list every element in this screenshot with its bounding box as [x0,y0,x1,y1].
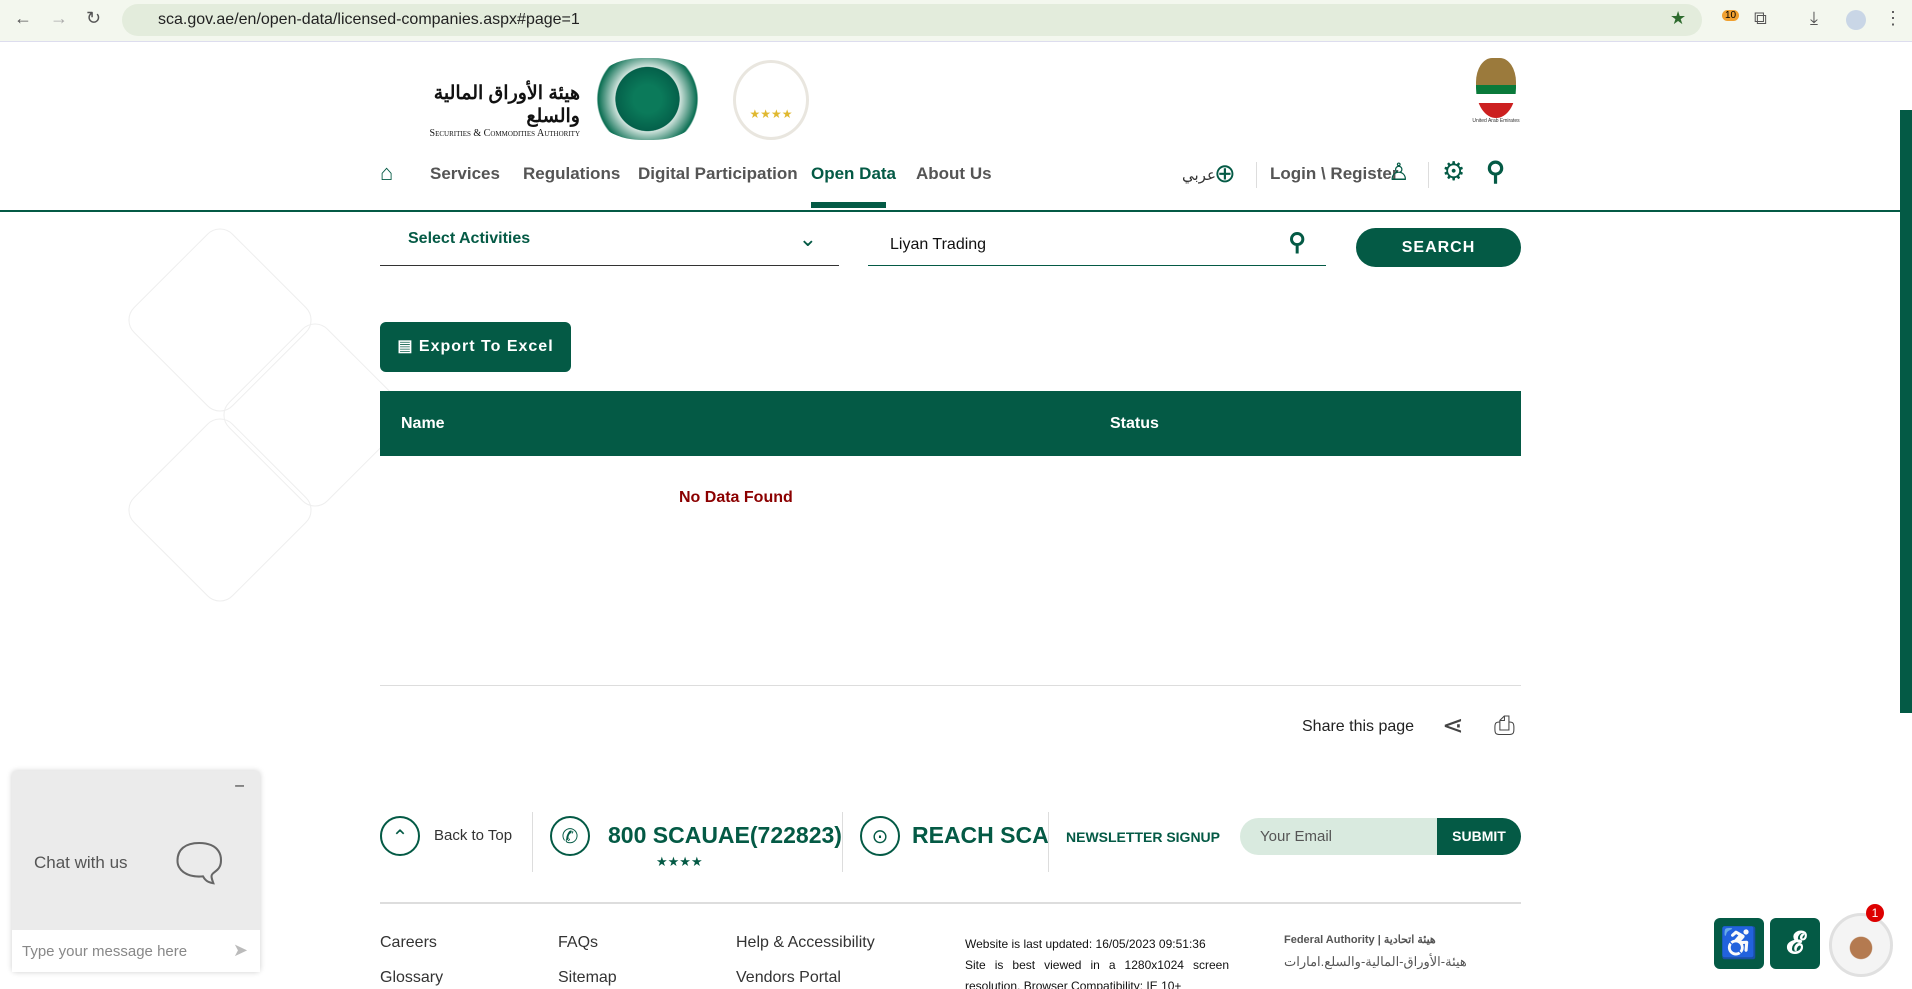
newsletter-email-input[interactable]: Your Email [1240,818,1437,855]
excel-file-icon: ▤ [397,338,419,355]
accessibility-icon[interactable]: ♿ [1714,918,1764,969]
last-updated: Website is last updated: 16/05/2023 09:5… [965,937,1206,951]
email-placeholder: Your Email [1260,828,1332,845]
no-data-message: No Data Found [679,489,793,506]
search-icon[interactable]: ⚲ [1486,156,1505,187]
browser-toolbar: ← → ↻ sca.gov.ae/en/open-data/licensed-c… [0,0,1912,42]
federal-authority-logo: Federal Authority | هيئة اتحادية هيئة-ال… [1284,934,1467,969]
virtual-assistant-avatar[interactable] [1829,913,1893,977]
phone-icon: ✆ [550,816,590,856]
chat-widget: – Chat with us 🗨 Type your message here … [12,771,260,972]
reach-sca-link[interactable]: REACH SCA [912,822,1049,849]
four-star-award-badge: ★★★★ [733,60,809,140]
site-info: Website is last updated: 16/05/2023 09:5… [965,934,1229,989]
back-to-top-link[interactable]: Back to Top [434,827,512,844]
phone-rating-stars: ★★★★ [656,854,703,869]
export-label: Export To Excel [418,338,554,355]
active-nav-indicator [811,202,886,208]
back-icon[interactable]: ← [14,8,32,29]
footer-link-careers[interactable]: Careers [380,934,437,952]
column-name[interactable]: Name [401,415,445,433]
sca-emblem-logo [590,58,705,140]
extension-badge[interactable]: 10 [1722,10,1740,21]
assistant-notification-badge: 1 [1866,904,1884,922]
activities-dropdown[interactable]: Select Activities ⌄ [380,226,839,266]
language-switch[interactable]: عربي [1182,166,1216,184]
logo-english: Securities & Commodities Authority [429,128,580,139]
menu-icon[interactable]: ⋮ [1884,8,1902,29]
table-header: Name Status [380,391,1521,456]
extensions-icon[interactable]: ⧉ [1754,8,1767,29]
newsletter-submit-button[interactable]: SUBMIT [1437,818,1521,855]
home-icon[interactable]: ⌂ [380,160,393,186]
footer-link-help-accessibility[interactable]: Help & Accessibility [736,934,875,952]
federal-ar: هيئة اتحادية [1383,934,1436,946]
best-viewed-note: Site is best viewed in a 1280x1024 scree… [965,958,1229,989]
send-icon[interactable]: ➤ [233,940,248,961]
nav-open-data[interactable]: Open Data [811,164,896,184]
chat-minimize-button[interactable]: – [235,777,244,795]
footer-link-faqs[interactable]: FAQs [558,934,598,952]
chevron-down-icon: ⌄ [798,226,817,251]
search-button[interactable]: SEARCH [1356,228,1521,267]
newsletter-label: NEWSLETTER SIGNUP [1066,829,1221,845]
chat-message-input[interactable]: Type your message here ➤ [12,930,260,972]
share-label: Share this page [1302,718,1415,735]
emblem-caption: United Arab Emirates [1472,118,1520,124]
globe-icon[interactable]: ⊕ [1214,158,1236,189]
reload-icon[interactable]: ↻ [86,8,101,29]
footer-link-glossary[interactable]: Glossary [380,969,443,987]
phone-number[interactable]: 800 SCAUAE(722823) [608,822,842,849]
federal-en: Federal Authority [1284,934,1375,946]
profile-avatar[interactable] [1846,10,1866,30]
sca-logo-text: هيئة الأوراق المالية والسلع Securities &… [380,82,580,139]
forward-icon[interactable]: → [50,8,68,29]
activities-placeholder: Select Activities [408,230,531,247]
chat-placeholder: Type your message here [22,943,188,960]
login-register-link[interactable]: Login \ Register [1270,164,1398,184]
uae-emblem: United Arab Emirates [1468,58,1524,138]
share-icon[interactable]: ⋖ [1442,710,1464,741]
nav-about-us[interactable]: About Us [916,164,992,184]
nav-regulations[interactable]: Regulations [523,164,620,184]
scrollbar-thumb[interactable] [1900,110,1912,713]
export-to-excel-button[interactable]: ▤ Export To Excel [380,322,571,372]
settings-gear-icon[interactable]: ⚙ [1442,156,1465,187]
address-bar[interactable]: sca.gov.ae/en/open-data/licensed-compani… [122,4,1702,36]
header-divider [0,210,1900,212]
back-to-top-icon[interactable]: ⌃ [380,816,420,856]
hearing-icon[interactable]: 𝓔 [1770,918,1820,969]
footer-link-vendors-portal[interactable]: Vendors Portal [736,969,841,987]
download-icon[interactable]: ⤓ [1810,8,1818,29]
user-icon[interactable]: ♙ [1388,158,1410,187]
print-icon[interactable]: ⎙ [1494,710,1515,742]
column-status[interactable]: Status [1110,415,1159,433]
search-input-icon[interactable]: ⚲ [1288,228,1306,257]
company-search-input[interactable]: Liyan Trading ⚲ [868,226,1326,266]
search-input-value: Liyan Trading [890,236,987,253]
bookmark-star-icon[interactable]: ★ [1670,8,1686,29]
nav-digital-participation[interactable]: Digital Participation [638,164,798,184]
location-pin-icon: ⊙ [860,816,900,856]
chat-bubbles-icon: 🗨 [166,835,233,893]
nav-services[interactable]: Services [430,164,500,184]
logo-arabic: هيئة الأوراق المالية والسلع [433,83,580,127]
federal-ar-domain: هيئة-الأوراق-المالية-والسلع.امارات [1284,954,1467,969]
footer-link-sitemap[interactable]: Sitemap [558,969,617,987]
chat-title: Chat with us [34,853,128,872]
